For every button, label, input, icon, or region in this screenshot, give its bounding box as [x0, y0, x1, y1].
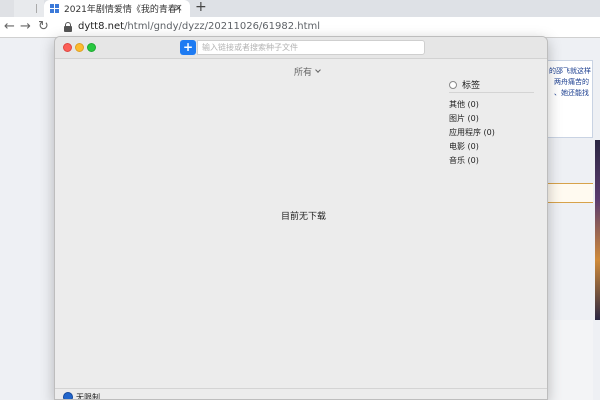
filter-label: 所有 — [294, 68, 313, 78]
download-manager-window: + 所有 目前无下载 标签 其他 (0) 图片 (0) 应用程序 (0) 电影 … — [54, 36, 548, 400]
inactive-tab[interactable] — [14, 0, 44, 17]
page-poster-image — [595, 140, 600, 320]
zoom-window-icon[interactable] — [87, 43, 96, 52]
forward-icon[interactable]: → — [20, 19, 31, 34]
tag-item-other[interactable]: 其他 (0) — [449, 98, 534, 112]
site-favicon-icon — [50, 4, 59, 13]
address-bar[interactable]: dytt8.net/html/gndy/dyzz/20211026/61982.… — [78, 21, 320, 32]
url-path: /html/gndy/dyzz/20211026/61982.html — [124, 21, 321, 32]
side-text-line[interactable]: 、她还能找 — [549, 88, 589, 99]
page-side-text-panel: 的邵飞就这样 两舟痛苦的 、她还能找 — [545, 60, 593, 138]
side-text-line[interactable]: 的邵飞就这样 — [549, 66, 591, 77]
tab-separator — [36, 4, 37, 13]
close-window-icon[interactable] — [63, 43, 72, 52]
tag-list: 其他 (0) 图片 (0) 应用程序 (0) 电影 (0) 音乐 (0) — [449, 98, 534, 168]
tag-item-pictures[interactable]: 图片 (0) — [449, 112, 534, 126]
window-titlebar: + — [55, 37, 547, 59]
reload-icon[interactable]: ↻ — [38, 19, 49, 34]
add-download-button[interactable]: + — [180, 40, 196, 55]
tag-item-movies[interactable]: 电影 (0) — [449, 140, 534, 154]
tag-item-applications[interactable]: 应用程序 (0) — [449, 126, 534, 140]
empty-state-message: 目前无下载 — [281, 212, 327, 222]
browser-tab-bar: 2021年剧情爱情《我的青春有个 × + — [0, 0, 600, 17]
active-tab[interactable]: 2021年剧情爱情《我的青春有个 × — [44, 0, 190, 17]
lock-icon[interactable] — [64, 22, 72, 32]
speed-limit-label[interactable]: 无限制 — [76, 392, 100, 399]
side-text-line[interactable]: 两舟痛苦的 — [549, 77, 589, 88]
page-gray-area — [545, 320, 593, 400]
browser-toolbar: ← → ↻ dytt8.net/html/gndy/dyzz/20211026/… — [0, 17, 600, 38]
tags-header[interactable]: 标签 — [449, 79, 534, 93]
tag-item-music[interactable]: 音乐 (0) — [449, 154, 534, 168]
tab-title: 2021年剧情爱情《我的青春有个 — [64, 5, 180, 15]
new-tab-button[interactable]: + — [195, 0, 207, 15]
tags-panel: 标签 其他 (0) 图片 (0) 应用程序 (0) 电影 (0) 音乐 (0) — [449, 79, 534, 168]
tab-close-icon[interactable]: × — [174, 1, 183, 14]
tags-radio-icon[interactable] — [449, 80, 457, 89]
url-host: dytt8.net — [78, 21, 125, 32]
status-bar: 无限制 — [55, 388, 547, 399]
tags-title: 标签 — [462, 81, 481, 91]
minimize-window-icon[interactable] — [75, 43, 84, 52]
page-divider-band — [545, 183, 593, 203]
filter-dropdown[interactable]: 所有 — [294, 65, 321, 78]
link-search-input[interactable] — [197, 40, 425, 55]
speed-limit-icon[interactable] — [63, 392, 73, 399]
chevron-down-icon — [315, 67, 321, 73]
back-icon[interactable]: ← — [4, 19, 15, 34]
